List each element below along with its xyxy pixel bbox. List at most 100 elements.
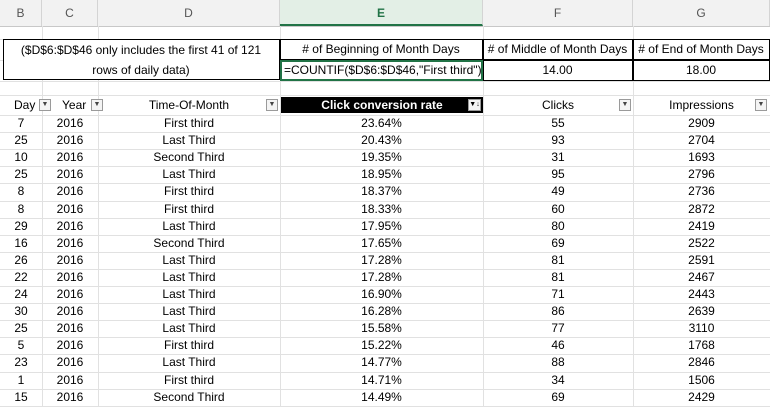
cell-impressions[interactable]: 1693: [633, 149, 770, 166]
cell-day[interactable]: 5: [0, 337, 42, 354]
cell-clicks[interactable]: 60: [483, 201, 633, 218]
cell-conversion-rate[interactable]: 15.58%: [280, 320, 483, 337]
cell-impressions[interactable]: 2872: [633, 201, 770, 218]
cell-year[interactable]: 2016: [42, 354, 98, 371]
cell-impressions[interactable]: 2909: [633, 115, 770, 132]
cell-impressions[interactable]: 3110: [633, 320, 770, 337]
cell-conversion-rate[interactable]: 17.95%: [280, 218, 483, 235]
cell-impressions[interactable]: 2736: [633, 183, 770, 200]
summary-header-middle[interactable]: # of Middle of Month Days: [483, 39, 633, 60]
cell-year[interactable]: 2016: [42, 132, 98, 149]
cell-day[interactable]: 25: [0, 320, 42, 337]
filter-dropdown-icon[interactable]: ▼: [619, 99, 631, 111]
cell-clicks[interactable]: 77: [483, 320, 633, 337]
cell-day[interactable]: 8: [0, 183, 42, 200]
cell-day[interactable]: 15: [0, 389, 42, 406]
cell-day[interactable]: 16: [0, 235, 42, 252]
cell-time-of-month[interactable]: First third: [98, 115, 280, 132]
cell-time-of-month[interactable]: Last Third: [98, 252, 280, 269]
cell-day[interactable]: 30: [0, 303, 42, 320]
cell-day[interactable]: 8: [0, 201, 42, 218]
cell-conversion-rate[interactable]: 17.28%: [280, 252, 483, 269]
filter-dropdown-icon[interactable]: ▼: [755, 99, 767, 111]
cell-year[interactable]: 2016: [42, 166, 98, 183]
cell-year[interactable]: 2016: [42, 337, 98, 354]
cell-day[interactable]: 1: [0, 372, 42, 389]
cell-clicks[interactable]: 81: [483, 269, 633, 286]
column-header-b[interactable]: B: [0, 0, 42, 26]
cell-clicks[interactable]: 93: [483, 132, 633, 149]
cell-day[interactable]: 25: [0, 166, 42, 183]
cell-time-of-month[interactable]: First third: [98, 183, 280, 200]
cell-year[interactable]: 2016: [42, 183, 98, 200]
cell-year[interactable]: 2016: [42, 320, 98, 337]
cell-conversion-rate[interactable]: 19.35%: [280, 149, 483, 166]
column-header-d[interactable]: D: [98, 0, 280, 26]
filter-dropdown-icon[interactable]: ▼: [39, 99, 51, 111]
cell-time-of-month[interactable]: Last Third: [98, 354, 280, 371]
cell-conversion-rate[interactable]: 14.71%: [280, 372, 483, 389]
cell-conversion-rate[interactable]: 16.28%: [280, 303, 483, 320]
cell-time-of-month[interactable]: Last Third: [98, 269, 280, 286]
cell-day[interactable]: 7: [0, 115, 42, 132]
cell-time-of-month[interactable]: Last Third: [98, 320, 280, 337]
cell-impressions[interactable]: 1506: [633, 372, 770, 389]
column-header-e[interactable]: E: [280, 0, 483, 26]
cell-clicks[interactable]: 69: [483, 389, 633, 406]
cell-clicks[interactable]: 80: [483, 218, 633, 235]
cell-time-of-month[interactable]: Last Third: [98, 166, 280, 183]
summary-value-middle[interactable]: 14.00: [483, 60, 633, 81]
cell-day[interactable]: 22: [0, 269, 42, 286]
cell-impressions[interactable]: 2846: [633, 354, 770, 371]
cell-conversion-rate[interactable]: 17.28%: [280, 269, 483, 286]
column-header-g[interactable]: G: [633, 0, 770, 26]
cell-day[interactable]: 10: [0, 149, 42, 166]
cell-clicks[interactable]: 86: [483, 303, 633, 320]
active-cell-formula[interactable]: =COUNTIF($D$6:$D$46,"First third"): [280, 60, 483, 81]
cell-conversion-rate[interactable]: 18.37%: [280, 183, 483, 200]
cell-conversion-rate[interactable]: 18.95%: [280, 166, 483, 183]
summary-header-beginning[interactable]: # of Beginning of Month Days: [280, 39, 483, 60]
column-header-c[interactable]: C: [42, 0, 98, 26]
cell-impressions[interactable]: 2522: [633, 235, 770, 252]
cell-clicks[interactable]: 55: [483, 115, 633, 132]
cell-year[interactable]: 2016: [42, 389, 98, 406]
sort-descending-filter-icon[interactable]: ▼↓: [468, 99, 481, 111]
cell-conversion-rate[interactable]: 23.64%: [280, 115, 483, 132]
cell-impressions[interactable]: 2639: [633, 303, 770, 320]
cell-impressions[interactable]: 2796: [633, 166, 770, 183]
cell-time-of-month[interactable]: Second Third: [98, 389, 280, 406]
cell-conversion-rate[interactable]: 16.90%: [280, 286, 483, 303]
summary-value-end[interactable]: 18.00: [633, 60, 770, 81]
cell-clicks[interactable]: 81: [483, 252, 633, 269]
cell-impressions[interactable]: 2419: [633, 218, 770, 235]
cell-conversion-rate[interactable]: 14.77%: [280, 354, 483, 371]
cell-impressions[interactable]: 2591: [633, 252, 770, 269]
cell-year[interactable]: 2016: [42, 252, 98, 269]
note-box[interactable]: ($D$6:$D$46 only includes the first 41 o…: [3, 39, 280, 80]
cell-time-of-month[interactable]: Second Third: [98, 235, 280, 252]
summary-header-end[interactable]: # of End of Month Days: [633, 39, 770, 60]
cell-day[interactable]: 23: [0, 354, 42, 371]
cell-clicks[interactable]: 71: [483, 286, 633, 303]
cell-day[interactable]: 29: [0, 218, 42, 235]
cell-day[interactable]: 26: [0, 252, 42, 269]
cell-clicks[interactable]: 69: [483, 235, 633, 252]
cell-clicks[interactable]: 34: [483, 372, 633, 389]
cell-impressions[interactable]: 1768: [633, 337, 770, 354]
cell-clicks[interactable]: 95: [483, 166, 633, 183]
cell-conversion-rate[interactable]: 14.49%: [280, 389, 483, 406]
column-header-f[interactable]: F: [483, 0, 633, 26]
cell-clicks[interactable]: 49: [483, 183, 633, 200]
cell-year[interactable]: 2016: [42, 201, 98, 218]
cell-clicks[interactable]: 31: [483, 149, 633, 166]
cell-clicks[interactable]: 46: [483, 337, 633, 354]
cell-year[interactable]: 2016: [42, 303, 98, 320]
cell-time-of-month[interactable]: Last Third: [98, 303, 280, 320]
cell-year[interactable]: 2016: [42, 218, 98, 235]
cell-impressions[interactable]: 2467: [633, 269, 770, 286]
cell-time-of-month[interactable]: Last Third: [98, 218, 280, 235]
cell-conversion-rate[interactable]: 15.22%: [280, 337, 483, 354]
cell-year[interactable]: 2016: [42, 235, 98, 252]
cell-clicks[interactable]: 88: [483, 354, 633, 371]
